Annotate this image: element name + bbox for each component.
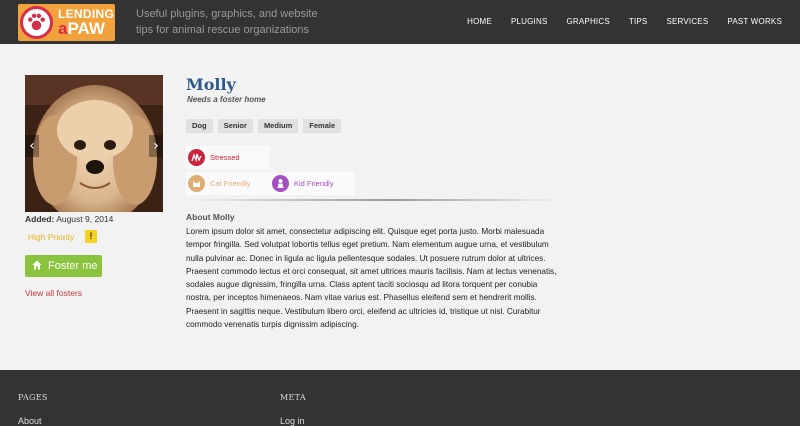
photo-next-arrow[interactable]: ›: [149, 135, 163, 157]
nav-tips[interactable]: TIPS: [629, 17, 648, 26]
section-divider: [186, 199, 560, 201]
added-info: Added: August 9, 2014: [25, 214, 113, 224]
trait-kid-friendly: Kid Friendly: [270, 172, 354, 195]
priority-alert-icon: !: [85, 230, 97, 243]
footer-pages-heading: PAGES: [18, 393, 48, 402]
foster-me-label: Foster me: [48, 260, 98, 272]
trait-kid-friendly-label: Kid Friendly: [294, 179, 334, 188]
nav-home[interactable]: HOME: [467, 17, 492, 26]
photo-prev-arrow[interactable]: ‹: [25, 135, 39, 157]
about-description: Lorem ipsum dolor sit amet, consectetur …: [186, 227, 557, 330]
pet-photo: [25, 75, 163, 212]
trait-cat-friendly: Cat Friendly: [186, 172, 270, 195]
trait-stressed: Stressed: [186, 146, 270, 169]
footer-meta-heading: META: [280, 393, 306, 402]
home-icon: [32, 260, 42, 273]
logo-text-apaw: aPAW: [58, 19, 105, 39]
added-date: August 9, 2014: [56, 214, 114, 224]
footer-about-link[interactable]: About: [18, 416, 42, 426]
cat-icon: [188, 175, 205, 192]
about-heading: About Molly: [186, 212, 235, 222]
trait-stressed-label: Stressed: [210, 153, 240, 162]
tag-size: Medium: [257, 119, 299, 133]
pet-status-subtitle: Needs a foster home: [187, 95, 266, 104]
trait-cat-friendly-label: Cat Friendly: [210, 179, 251, 188]
logo-text-paw: PAW: [67, 19, 105, 38]
foster-me-button[interactable]: Foster me: [25, 255, 102, 277]
site-header: LENDING aPAW Useful plugins, graphics, a…: [0, 0, 800, 44]
stress-icon: [188, 149, 205, 166]
site-footer: PAGES About META Log in: [0, 370, 800, 426]
paw-icon: [20, 6, 53, 39]
view-all-fosters-link[interactable]: View all fosters: [25, 288, 82, 298]
tag-age: Senior: [217, 119, 253, 133]
nav-graphics[interactable]: GRAPHICS: [566, 17, 609, 26]
main-nav: HOME PLUGINS GRAPHICS TIPS SERVICES PAST…: [448, 17, 782, 26]
added-label: Added:: [25, 214, 55, 224]
footer-login-link[interactable]: Log in: [280, 416, 305, 426]
kid-icon: [272, 175, 289, 192]
pet-name: Molly: [186, 75, 236, 94]
nav-services[interactable]: SERVICES: [666, 17, 708, 26]
nav-plugins[interactable]: PLUGINS: [511, 17, 548, 26]
site-tagline: Useful plugins, graphics, and website ti…: [136, 8, 318, 36]
tag-sex: Female: [303, 119, 342, 133]
priority-label: High Priority: [28, 232, 75, 242]
nav-past-works[interactable]: PAST WORKS: [727, 17, 782, 26]
site-logo[interactable]: LENDING aPAW: [18, 4, 115, 41]
tag-species: Dog: [186, 119, 213, 133]
pet-tags: Dog Senior Medium Female: [186, 119, 342, 133]
